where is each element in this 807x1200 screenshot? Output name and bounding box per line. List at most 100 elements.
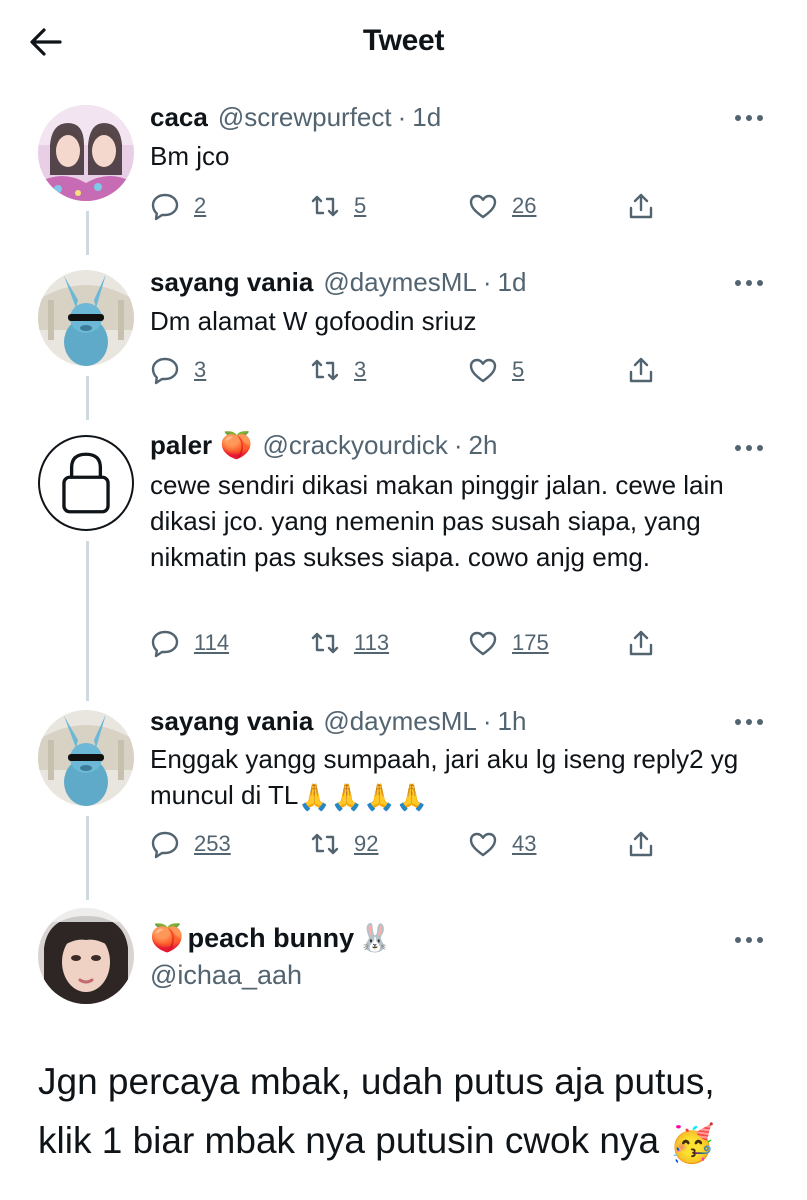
reply-icon [151,630,179,658]
heart-icon [469,358,497,383]
retweet-button[interactable]: 92 [310,828,378,860]
retweet-button[interactable]: 3 [310,354,366,386]
separator-dot: · [453,430,463,460]
heart-icon [469,631,497,656]
display-name[interactable]: peach bunny [188,923,355,954]
more-options-button[interactable] [733,712,765,732]
more-options-button[interactable] [733,273,765,293]
like-button[interactable]: 26 [468,190,536,222]
tweet-text: Bm jco [150,141,230,171]
reply-count: 114 [194,630,230,655]
more-options-button[interactable] [733,930,765,950]
retweet-icon [311,632,339,654]
retweet-button[interactable]: 5 [310,190,366,222]
display-name[interactable]: sayang vania [150,706,313,737]
like-count: 175 [512,630,549,655]
retweet-button[interactable]: 113 [310,627,389,659]
page-title: Tweet [362,24,445,57]
heart-icon [469,194,497,219]
separator-dot: · [482,267,492,297]
tweet-text: Jgn percaya mbak, udah putus aja putus, … [38,1052,778,1173]
tweet-header: caca @screwpurfect · 1d [150,102,441,133]
peach-emoji: 🍑 [150,923,184,953]
username[interactable]: @daymesML [323,706,477,737]
share-icon [629,357,653,383]
party-face-emoji: 🥳 [669,1122,716,1164]
display-name[interactable]: caca [150,102,208,133]
folded-hands-emoji: 🙏🙏🙏🙏 [298,782,428,813]
more-options-button[interactable] [733,438,765,458]
retweet-icon [311,833,339,855]
reply-button[interactable]: 114 [150,627,229,659]
more-options-button[interactable] [733,108,765,128]
retweet-icon [311,359,339,381]
like-button[interactable]: 5 [468,354,524,386]
share-icon [629,831,653,857]
share-button[interactable] [626,627,656,659]
thread-connector [86,541,89,701]
tweet-actions: 2 5 26 [150,190,710,222]
reply-icon [151,357,179,385]
avatar[interactable] [38,908,134,1004]
avatar[interactable] [38,710,134,806]
thread-connector [86,376,89,420]
tweet-actions: 114 113 175 [150,627,710,659]
tweet-header: sayang vania @daymesML · 1h [150,706,526,737]
timestamp[interactable]: 1d [498,267,527,298]
more-icon [735,719,763,725]
share-icon [629,630,653,656]
username[interactable]: @daymesML [323,267,477,298]
display-name[interactable]: paler [150,430,212,461]
avatar[interactable] [38,435,134,531]
share-button[interactable] [626,828,656,860]
retweet-count: 92 [354,831,379,856]
tweet-text: Dm alamat W gofoodin sriuz [150,306,477,336]
heart-icon [469,832,497,857]
more-icon [735,445,763,451]
more-icon [735,937,763,943]
username[interactable]: @crackyourdick [263,430,448,461]
like-count: 43 [512,831,537,856]
like-button[interactable]: 175 [468,627,549,659]
share-button[interactable] [626,190,656,222]
lock-icon [62,452,110,514]
like-button[interactable]: 43 [468,828,536,860]
tweet-text-content: Jgn percaya mbak, udah putus aja putus, … [38,1061,715,1161]
reply-button[interactable]: 253 [150,828,231,860]
timestamp[interactable]: 2h [469,430,498,461]
more-icon [735,115,763,121]
timestamp[interactable]: 1h [498,706,527,737]
thread-connector [86,816,89,900]
avatar[interactable] [38,270,134,366]
display-name[interactable]: sayang vania [150,267,313,298]
reply-icon [151,193,179,221]
share-button[interactable] [626,354,656,386]
top-bar: Tweet [0,0,807,84]
display-name-row[interactable]: 🍑 peach bunny 🐰 [150,922,392,954]
more-icon [735,280,763,286]
timestamp[interactable]: 1d [412,102,441,133]
tweet-text: cewe sendiri dikasi makan pinggir jalan.… [150,470,724,572]
avatar[interactable] [38,105,134,201]
username[interactable]: @screwpurfect [218,102,392,133]
rabbit-emoji: 🐰 [358,923,392,953]
separator-dot: · [482,706,492,736]
reply-icon [151,831,179,859]
retweet-count: 113 [354,630,390,655]
reply-button[interactable]: 2 [150,190,206,222]
share-icon [629,193,653,219]
tweet-header: paler 🍑 @crackyourdick · 2h [150,430,497,461]
reply-count: 253 [194,831,231,856]
username[interactable]: @ichaa_aah [150,960,302,991]
separator-dot: · [397,102,407,132]
reply-button[interactable]: 3 [150,354,206,386]
retweet-count: 5 [354,193,367,218]
retweet-count: 3 [354,357,367,382]
like-count: 26 [512,193,537,218]
tweet-actions: 253 92 43 [150,828,710,860]
retweet-icon [311,195,339,217]
peach-emoji: 🍑 [220,430,253,460]
reply-count: 2 [194,193,207,218]
tweet-header: sayang vania @daymesML · 1d [150,267,526,298]
reply-count: 3 [194,357,207,382]
